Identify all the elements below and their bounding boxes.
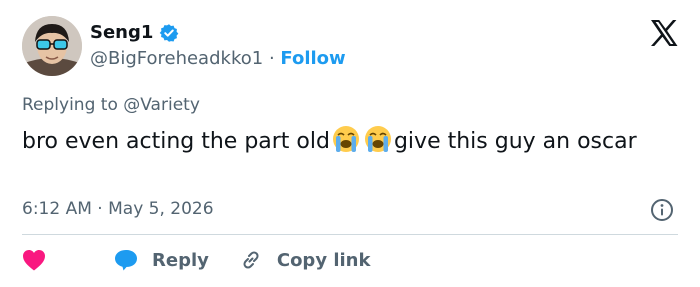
tweet-text-part2: give this guy an oscar: [393, 129, 637, 154]
avatar[interactable]: [22, 16, 82, 76]
copy-link-button[interactable]: Copy link: [239, 248, 371, 272]
timestamp[interactable]: 6:12 AM · May 5, 2026: [22, 198, 214, 220]
avatar-image: [22, 16, 82, 76]
timestamp-separator: ·: [97, 199, 103, 219]
copy-link-label: Copy link: [276, 249, 371, 271]
loudly-crying-face-icon: [331, 124, 361, 154]
timestamp-date: May 5, 2026: [108, 199, 214, 219]
link-icon: [243, 251, 259, 269]
reply-bubble-icon: [115, 250, 137, 271]
handle-separator: ·: [268, 48, 275, 69]
reply-button[interactable]: Reply: [114, 249, 209, 271]
loudly-crying-face-icon: [363, 124, 393, 154]
action-bar: Reply Copy link: [22, 246, 370, 274]
display-name-row[interactable]: Seng1: [90, 22, 179, 44]
heart-icon: [23, 250, 45, 271]
x-logo-icon[interactable]: [650, 20, 678, 46]
info-icon[interactable]: [650, 198, 674, 222]
tweet-text: bro even acting the part old give this g…: [22, 124, 672, 157]
like-button[interactable]: [22, 249, 66, 271]
follow-button[interactable]: Follow: [280, 48, 345, 69]
handle[interactable]: @BigForeheadkko1: [90, 48, 263, 69]
divider: [22, 234, 678, 235]
reply-context-prefix: Replying to: [22, 95, 124, 115]
display-name[interactable]: Seng1: [90, 22, 153, 44]
verified-badge-icon: [159, 23, 179, 43]
reply-mention-link[interactable]: @Variety: [123, 95, 200, 115]
reply-label: Reply: [152, 249, 209, 271]
reply-context: Replying to @Variety: [22, 94, 200, 116]
tweet-text-part1: bro even acting the part old: [22, 129, 330, 154]
timestamp-time: 6:12 AM: [22, 199, 92, 219]
handle-row: @BigForeheadkko1 · Follow: [90, 48, 346, 70]
